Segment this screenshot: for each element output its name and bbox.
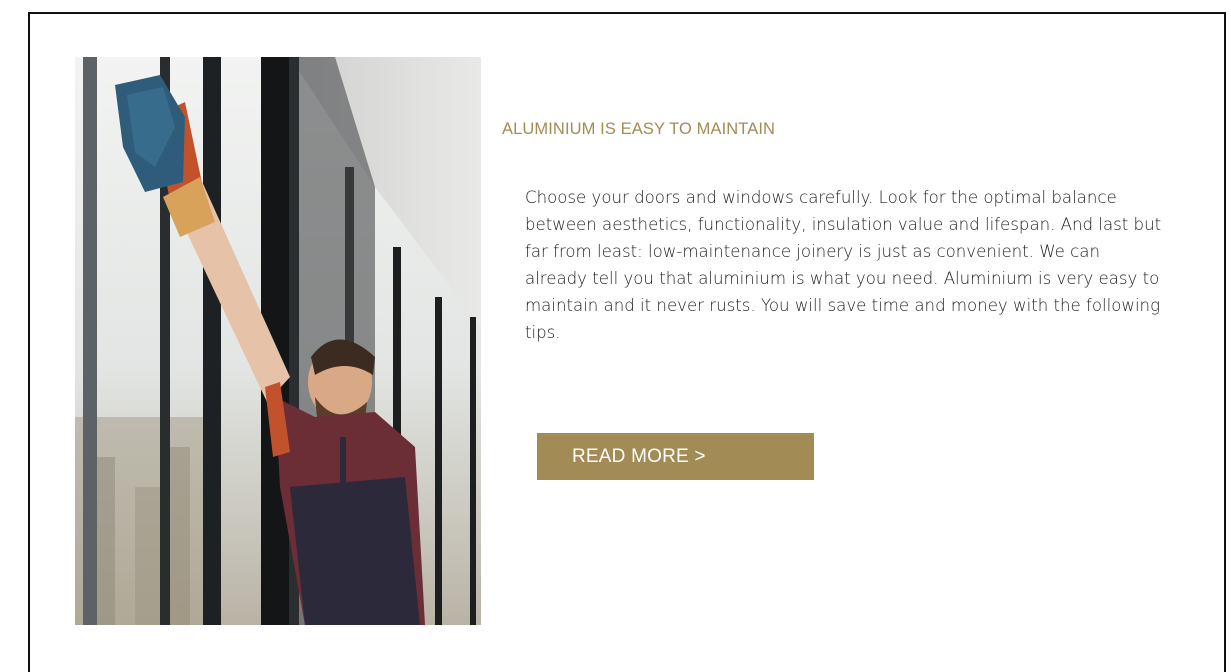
feature-body-text: Choose your doors and windows carefully.… — [525, 188, 1162, 342]
window-cleaning-photo — [75, 57, 481, 625]
read-more-button[interactable]: READ MORE > — [537, 433, 814, 480]
feature-content: ALUMINIUM IS EASY TO MAINTAIN Choose you… — [502, 115, 1162, 346]
photo-illustration — [75, 57, 481, 625]
feature-heading: ALUMINIUM IS EASY TO MAINTAIN — [502, 120, 776, 138]
